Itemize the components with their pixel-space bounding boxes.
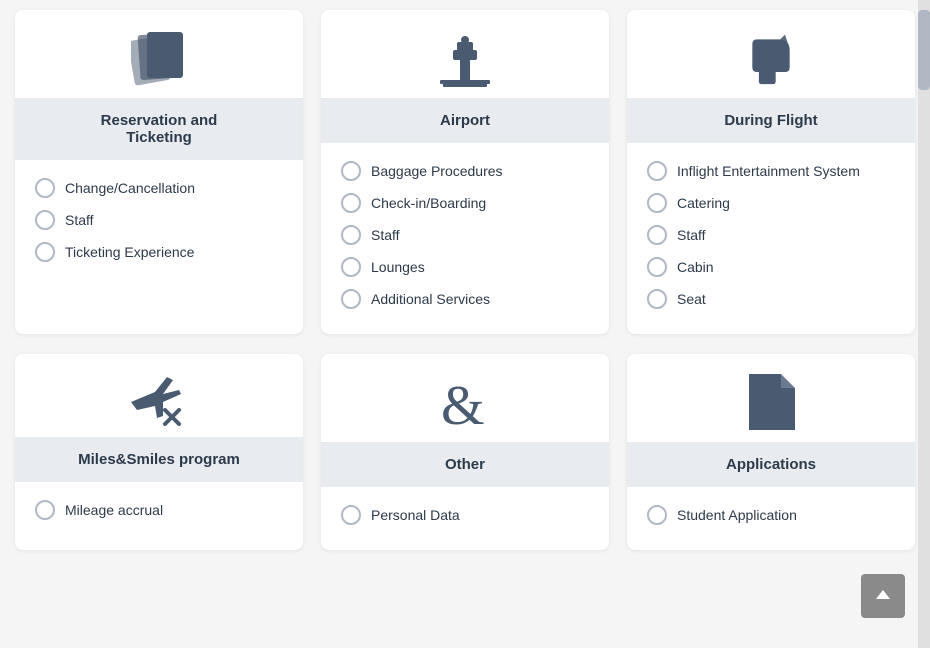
radio-lounges[interactable] xyxy=(341,257,361,277)
card-icon-airport xyxy=(321,10,609,98)
radio-seat[interactable] xyxy=(647,289,667,309)
svg-text:&: & xyxy=(441,375,485,432)
radio-mileage[interactable] xyxy=(35,500,55,520)
radio-additional[interactable] xyxy=(341,289,361,309)
list-item[interactable]: Seat xyxy=(647,289,895,309)
card-header-reservation: Reservation and Ticketing xyxy=(15,98,303,160)
card-icon-other: & xyxy=(321,354,609,442)
card-header-miles: Miles&Smiles program xyxy=(15,437,303,482)
list-item[interactable]: Inflight Entertainment System xyxy=(647,161,895,181)
radio-staff-airport[interactable] xyxy=(341,225,361,245)
row-1: Reservation and Ticketing Change/Cancell… xyxy=(15,10,915,334)
list-item[interactable]: Cabin xyxy=(647,257,895,277)
list-item[interactable]: Staff xyxy=(341,225,589,245)
card-items-flight: Inflight Entertainment System Catering S… xyxy=(627,143,915,314)
card-icon-reservation xyxy=(15,10,303,98)
radio-checkin[interactable] xyxy=(341,193,361,213)
radio-baggage[interactable] xyxy=(341,161,361,181)
list-item[interactable]: Mileage accrual xyxy=(35,500,283,520)
radio-catering[interactable] xyxy=(647,193,667,213)
card-header-other: Other xyxy=(321,442,609,487)
scrollbar-track[interactable] xyxy=(918,0,930,648)
card-reservation-ticketing: Reservation and Ticketing Change/Cancell… xyxy=(15,10,303,334)
card-header-applications: Applications xyxy=(627,442,915,487)
row-2: Miles&Smiles program Mileage accrual & O… xyxy=(15,354,915,550)
radio-staff-flight[interactable] xyxy=(647,225,667,245)
card-items-reservation: Change/Cancellation Staff Ticketing Expe… xyxy=(15,160,303,267)
list-item[interactable]: Ticketing Experience xyxy=(35,242,283,262)
back-to-top-button[interactable] xyxy=(861,574,905,618)
list-item[interactable]: Catering xyxy=(647,193,895,213)
card-items-other: Personal Data xyxy=(321,487,609,530)
card-during-flight: During Flight Inflight Entertainment Sys… xyxy=(627,10,915,334)
radio-cabin[interactable] xyxy=(647,257,667,277)
card-icon-flight xyxy=(627,10,915,98)
list-item[interactable]: Check-in/Boarding xyxy=(341,193,589,213)
card-header-airport: Airport xyxy=(321,98,609,143)
card-header-flight: During Flight xyxy=(627,98,915,143)
list-item[interactable]: Student Application xyxy=(647,505,895,525)
list-item[interactable]: Change/Cancellation xyxy=(35,178,283,198)
list-item[interactable]: Lounges xyxy=(341,257,589,277)
card-icon-applications xyxy=(627,354,915,442)
radio-student-app[interactable] xyxy=(647,505,667,525)
radio-change-cancellation[interactable] xyxy=(35,178,55,198)
radio-ticketing-experience[interactable] xyxy=(35,242,55,262)
list-item[interactable]: Staff xyxy=(647,225,895,245)
card-items-applications: Student Application xyxy=(627,487,915,530)
list-item[interactable]: Baggage Procedures xyxy=(341,161,589,181)
scrollbar-thumb[interactable] xyxy=(918,10,930,90)
card-airport: Airport Baggage Procedures Check-in/Boar… xyxy=(321,10,609,334)
card-items-airport: Baggage Procedures Check-in/Boarding Sta… xyxy=(321,143,609,314)
page-container: Reservation and Ticketing Change/Cancell… xyxy=(0,0,930,580)
card-icon-miles xyxy=(15,354,303,437)
card-applications: Applications Student Application xyxy=(627,354,915,550)
list-item[interactable]: Staff xyxy=(35,210,283,230)
list-item[interactable]: Personal Data xyxy=(341,505,589,525)
card-miles-smiles: Miles&Smiles program Mileage accrual xyxy=(15,354,303,550)
card-other: & Other Personal Data xyxy=(321,354,609,550)
radio-personal-data[interactable] xyxy=(341,505,361,525)
card-items-miles: Mileage accrual xyxy=(15,482,303,525)
radio-staff-res[interactable] xyxy=(35,210,55,230)
radio-ife[interactable] xyxy=(647,161,667,181)
list-item[interactable]: Additional Services xyxy=(341,289,589,309)
